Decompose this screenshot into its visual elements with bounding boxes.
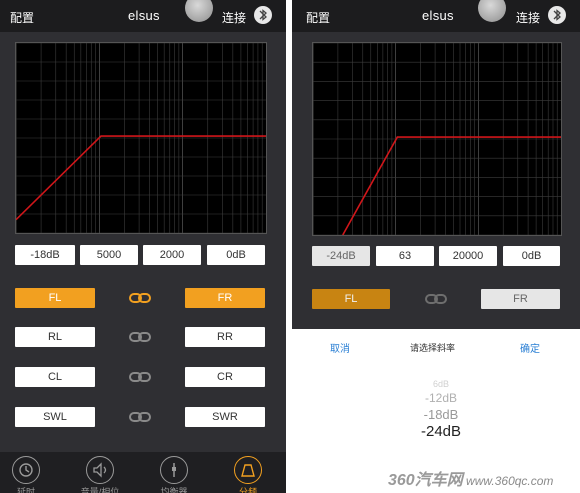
- volume-knob[interactable]: [185, 0, 213, 22]
- equalizer-icon: [160, 456, 188, 484]
- cutoff-field[interactable]: 2000: [143, 245, 201, 265]
- picker-prompt: 请选择斜率: [410, 343, 456, 353]
- connect-button[interactable]: 连接: [222, 9, 246, 26]
- connect-button[interactable]: 连接: [516, 9, 540, 26]
- graph-grid: [312, 42, 561, 236]
- crossover-icon: [234, 456, 262, 484]
- picker-option[interactable]: 6dB: [392, 379, 490, 389]
- left-panel: 配置 elsus 连接 -18dB 5000 2000 0dB FL FR RL…: [0, 0, 286, 493]
- frequency-field[interactable]: 63: [376, 246, 434, 266]
- channel-swr-button[interactable]: SWR: [185, 407, 265, 427]
- channel-cr-button[interactable]: CR: [185, 367, 265, 387]
- nav-crossover[interactable]: 分频: [228, 456, 268, 493]
- picker-option-selected[interactable]: -24dB: [392, 423, 490, 440]
- link-icon[interactable]: [425, 293, 447, 305]
- cutoff-field[interactable]: 20000: [439, 246, 497, 266]
- frequency-field[interactable]: 5000: [80, 245, 138, 265]
- watermark-logo: 360汽车网: [388, 472, 463, 489]
- volume-icon: [86, 456, 114, 484]
- watermark: 360汽车网 www.360qc.com: [388, 466, 553, 490]
- bluetooth-icon[interactable]: [254, 6, 272, 24]
- response-curve: [15, 135, 266, 221]
- channel-fr-button[interactable]: FR: [481, 289, 560, 309]
- channel-rl-button[interactable]: RL: [15, 327, 95, 347]
- config-button[interactable]: 配置: [10, 9, 34, 26]
- bluetooth-icon[interactable]: [548, 6, 566, 24]
- channel-fl-button[interactable]: FL: [312, 289, 390, 309]
- top-bar: 配置 elsus 连接: [0, 0, 286, 32]
- channel-rr-button[interactable]: RR: [185, 327, 265, 347]
- link-icon[interactable]: [129, 371, 151, 383]
- nav-equalizer[interactable]: 均衡器: [154, 456, 194, 493]
- brand-title: elsus: [422, 8, 454, 23]
- picker-option[interactable]: -18dB: [392, 407, 490, 422]
- channel-fr-button[interactable]: FR: [185, 288, 265, 308]
- watermark-url: www.360qc.com: [466, 474, 554, 488]
- volume-knob[interactable]: [478, 0, 506, 22]
- delay-icon: [12, 456, 40, 484]
- channel-swl-button[interactable]: SWL: [15, 407, 95, 427]
- cancel-button[interactable]: 取消: [330, 340, 350, 355]
- crossover-graph: [15, 42, 267, 234]
- right-panel: 配置 elsus 连接 -24dB 63 20000 0dB FL FR 取消 …: [292, 0, 580, 493]
- nav-volume-phase[interactable]: 音量/相位: [80, 456, 120, 493]
- gain-field[interactable]: 0dB: [503, 246, 560, 266]
- nav-crossover-label: 分频: [238, 487, 257, 493]
- link-icon[interactable]: [129, 411, 151, 423]
- nav-delay[interactable]: 延时: [6, 456, 46, 493]
- brand-title: elsus: [128, 8, 160, 23]
- nav-equalizer-label: 均衡器: [160, 487, 188, 493]
- crossover-graph: [312, 42, 562, 236]
- nav-volume-label: 音量/相位: [80, 487, 120, 493]
- config-button[interactable]: 配置: [306, 9, 330, 26]
- bottom-nav: 延时 音量/相位 均衡器 分频: [0, 452, 286, 493]
- slope-field[interactable]: -18dB: [15, 245, 75, 265]
- picker-option[interactable]: -12dB: [392, 391, 490, 405]
- screen: { "statusbar": { "config_label": "配置", "…: [0, 0, 580, 493]
- channel-cl-button[interactable]: CL: [15, 367, 95, 387]
- channel-fl-button[interactable]: FL: [15, 288, 95, 308]
- confirm-button[interactable]: 确定: [520, 340, 540, 355]
- link-icon[interactable]: [129, 292, 151, 304]
- link-icon[interactable]: [129, 331, 151, 343]
- top-bar: 配置 elsus 连接: [292, 0, 580, 32]
- nav-delay-label: 延时: [16, 487, 35, 493]
- graph-grid: [15, 42, 266, 234]
- gain-field[interactable]: 0dB: [207, 245, 265, 265]
- slope-field[interactable]: -24dB: [312, 246, 370, 266]
